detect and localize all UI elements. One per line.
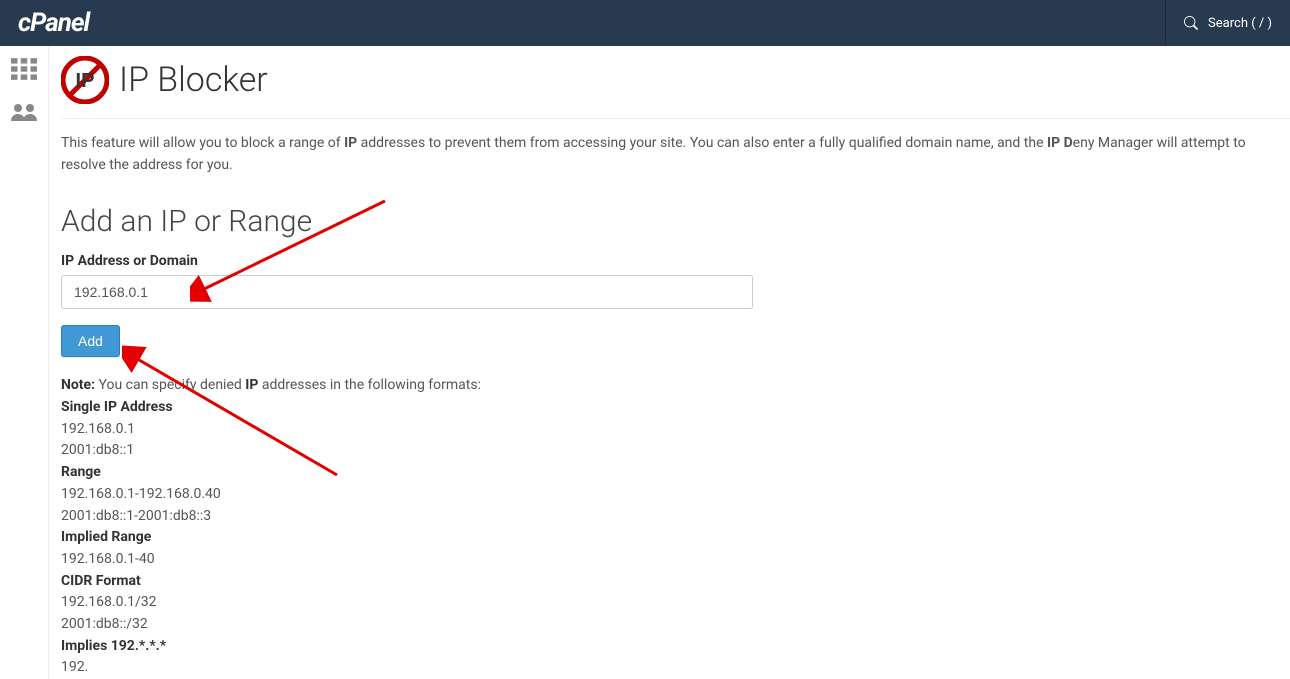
search-trigger[interactable]: Search ( / ) — [1165, 0, 1290, 46]
search-icon — [1184, 16, 1198, 30]
sidebar-users-button[interactable] — [4, 98, 44, 128]
add-button[interactable]: Add — [61, 325, 120, 357]
main-content: IP IP Blocker This feature will allow yo… — [48, 46, 1290, 679]
grid-icon — [11, 58, 37, 80]
users-icon — [11, 102, 37, 124]
section-heading: Add an IP or Range — [61, 204, 1290, 239]
note-block: Note: You can specify denied IP addresse… — [61, 375, 1290, 679]
sidebar-grid-button[interactable] — [4, 54, 44, 84]
page-title-text: IP Blocker — [119, 60, 268, 100]
page-description: This feature will allow you to block a r… — [61, 133, 1290, 176]
svg-text:IP: IP — [76, 70, 95, 92]
top-header: cPanel Search ( / ) — [0, 0, 1290, 46]
search-label: Search ( / ) — [1208, 16, 1272, 31]
ip-input[interactable] — [61, 275, 753, 309]
page-title-row: IP IP Blocker — [61, 56, 1290, 104]
cpanel-logo: cPanel — [18, 8, 89, 38]
left-sidebar — [0, 46, 48, 679]
ip-blocker-icon: IP — [61, 56, 109, 104]
divider — [61, 118, 1290, 119]
field-label: IP Address or Domain — [61, 253, 1290, 269]
